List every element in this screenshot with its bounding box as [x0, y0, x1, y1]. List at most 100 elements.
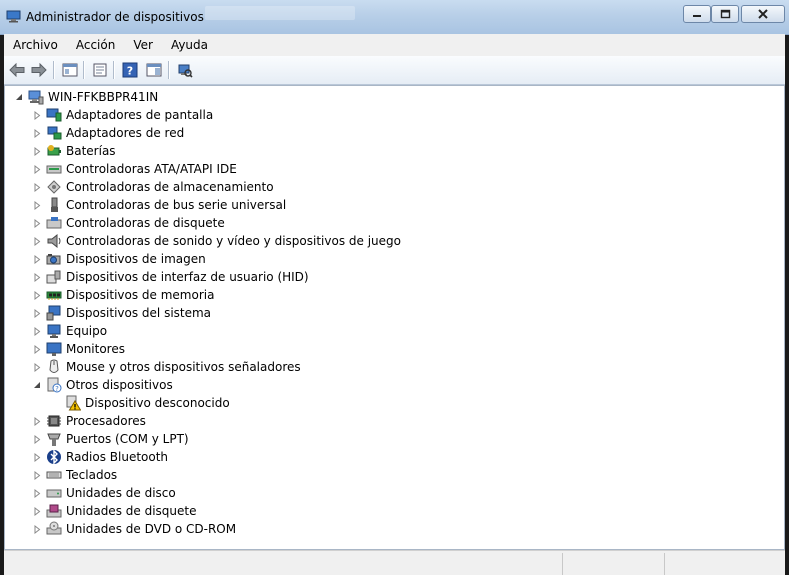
arrow-left-icon	[9, 63, 25, 77]
unknown-device-icon: ?	[46, 377, 62, 393]
expand-arrow-icon[interactable]	[32, 178, 42, 196]
expand-arrow-icon[interactable]	[32, 448, 42, 466]
expand-arrow-icon[interactable]	[32, 250, 42, 268]
device-tree[interactable]: WIN-FFKBBPR41IN Adaptadores de pantalla A…	[4, 85, 785, 550]
tree-item-otros-dispositivos[interactable]: ? Otros dispositivos	[32, 376, 173, 394]
tree-item-label: Equipo	[66, 324, 108, 338]
tree-item-controladoras-de-sonido-y-video-y-dispositivos-de-juego[interactable]: Controladoras de sonido y vídeo y dispos…	[32, 232, 401, 250]
tree-item-teclados[interactable]: Teclados	[32, 466, 117, 484]
tree-item-dispositivos-de-interfaz-de-usuario-hid[interactable]: Dispositivos de interfaz de usuario (HID…	[32, 268, 309, 286]
tree-item-label: Dispositivos del sistema	[66, 306, 212, 320]
expand-arrow-icon[interactable]	[32, 412, 42, 430]
expand-arrow-icon[interactable]	[32, 232, 42, 250]
tree-item-controladoras-de-bus-serie-universal[interactable]: Controladoras de bus serie universal	[32, 196, 286, 214]
tree-item-dispositivos-del-sistema[interactable]: Dispositivos del sistema	[32, 304, 211, 322]
expand-arrow-icon[interactable]	[32, 304, 42, 322]
keyboard-icon	[46, 467, 62, 483]
tree-item-procesadores[interactable]: Procesadores	[32, 412, 146, 430]
collapse-arrow-icon[interactable]	[14, 88, 24, 106]
expand-arrow-icon[interactable]	[32, 502, 42, 520]
expand-arrow-icon[interactable]	[32, 340, 42, 358]
tree-item-label: Teclados	[66, 468, 118, 482]
status-divider	[664, 553, 665, 575]
tree-item-unidades-de-dvd-o-cd-rom[interactable]: Unidades de DVD o CD-ROM	[32, 520, 236, 538]
tree-item-label: Adaptadores de pantalla	[66, 108, 214, 122]
expand-arrow-icon[interactable]	[32, 124, 42, 142]
help-icon: ?	[122, 62, 138, 78]
minimize-button[interactable]	[683, 5, 711, 23]
menu-ver[interactable]: Ver	[124, 38, 162, 52]
expand-arrow-icon[interactable]	[32, 520, 42, 538]
tree-item-label: Radios Bluetooth	[66, 450, 169, 464]
window-title: Administrador de dispositivos	[26, 10, 204, 24]
forward-button[interactable]	[30, 61, 48, 79]
close-icon	[758, 9, 768, 19]
display-adapter-icon	[46, 107, 62, 123]
dvd-drive-icon	[46, 521, 62, 537]
floppy-drive-icon	[46, 503, 62, 519]
tree-item-mouse-y-otros-dispositivos-senaladores[interactable]: Mouse y otros dispositivos señaladores	[32, 358, 301, 376]
tree-item-monitores[interactable]: Monitores	[32, 340, 125, 358]
expand-arrow-icon[interactable]	[32, 358, 42, 376]
menu-ayuda[interactable]: Ayuda	[162, 38, 217, 52]
expand-arrow-icon[interactable]	[32, 142, 42, 160]
tree-item-label: Unidades de DVD o CD-ROM	[66, 522, 237, 536]
tree-item-controladoras-ata-atapi-ide[interactable]: Controladoras ATA/ATAPI IDE	[32, 160, 237, 178]
tree-item-adaptadores-de-pantalla[interactable]: Adaptadores de pantalla	[32, 106, 213, 124]
tree-item-dispositivos-de-memoria[interactable]: Dispositivos de memoria	[32, 286, 214, 304]
tree-item-dispositivo-desconocido[interactable]: Dispositivo desconocido	[65, 394, 230, 412]
show-hide-console-tree-button[interactable]	[61, 61, 79, 79]
action-pane-button[interactable]	[145, 61, 163, 79]
device-manager-window: Administrador de dispositivos Archivo Ac…	[0, 0, 789, 575]
back-button[interactable]	[8, 61, 26, 79]
tree-item-label: Baterías	[66, 144, 116, 158]
warning-device-icon	[65, 395, 81, 411]
network-adapter-icon	[46, 125, 62, 141]
tree-item-puertos-com-y-lpt[interactable]: Puertos (COM y LPT)	[32, 430, 189, 448]
expand-arrow-icon[interactable]	[32, 106, 42, 124]
properties-button[interactable]	[91, 61, 109, 79]
camera-icon	[46, 251, 62, 267]
expand-arrow-icon[interactable]	[32, 268, 42, 286]
tree-item-unidades-de-disco[interactable]: Unidades de disco	[32, 484, 176, 502]
expand-arrow-icon[interactable]	[32, 466, 42, 484]
tree-root[interactable]: WIN-FFKBBPR41IN	[14, 88, 158, 106]
menu-archivo[interactable]: Archivo	[4, 38, 67, 52]
bluetooth-icon	[46, 449, 62, 465]
system-device-icon	[46, 305, 62, 321]
tree-item-adaptadores-de-red[interactable]: Adaptadores de red	[32, 124, 184, 142]
port-icon	[46, 431, 62, 447]
expand-arrow-icon[interactable]	[32, 430, 42, 448]
tree-item-label: Adaptadores de red	[66, 126, 185, 140]
help-button[interactable]: ?	[121, 61, 139, 79]
expand-arrow-icon[interactable]	[32, 160, 42, 178]
computer-icon	[46, 323, 62, 339]
toolbar-separator	[83, 61, 85, 79]
tree-item-controladoras-de-disquete[interactable]: Controladoras de disquete	[32, 214, 225, 232]
expand-arrow-icon[interactable]	[32, 322, 42, 340]
battery-icon	[46, 143, 62, 159]
tree-root-label: WIN-FFKBBPR41IN	[48, 90, 159, 104]
monitor-icon	[46, 341, 62, 357]
tree-item-label: Monitores	[66, 342, 125, 356]
tree-item-controladoras-de-almacenamiento[interactable]: Controladoras de almacenamiento	[32, 178, 274, 196]
tree-item-equipo[interactable]: Equipo	[32, 322, 107, 340]
expand-arrow-icon[interactable]	[32, 484, 42, 502]
tree-item-label: Controladoras de almacenamiento	[66, 180, 274, 194]
expand-arrow-icon[interactable]	[32, 196, 42, 214]
tree-item-dispositivos-de-imagen[interactable]: Dispositivos de imagen	[32, 250, 206, 268]
status-bar	[4, 550, 785, 575]
title-bar[interactable]: Administrador de dispositivos	[0, 0, 789, 35]
tree-item-unidades-de-disquete[interactable]: Unidades de disquete	[32, 502, 196, 520]
tree-item-baterias[interactable]: Baterías	[32, 142, 116, 160]
tree-item-radios-bluetooth[interactable]: Radios Bluetooth	[32, 448, 168, 466]
collapse-arrow-icon[interactable]	[32, 376, 42, 394]
menu-bar: Archivo Acción Ver Ayuda	[4, 34, 785, 57]
scan-hardware-button[interactable]	[176, 61, 194, 79]
expand-arrow-icon[interactable]	[32, 214, 42, 232]
expand-arrow-icon[interactable]	[32, 286, 42, 304]
close-button[interactable]	[741, 5, 785, 23]
menu-accion[interactable]: Acción	[67, 38, 124, 52]
memory-icon	[46, 287, 62, 303]
restore-button[interactable]	[711, 5, 739, 23]
